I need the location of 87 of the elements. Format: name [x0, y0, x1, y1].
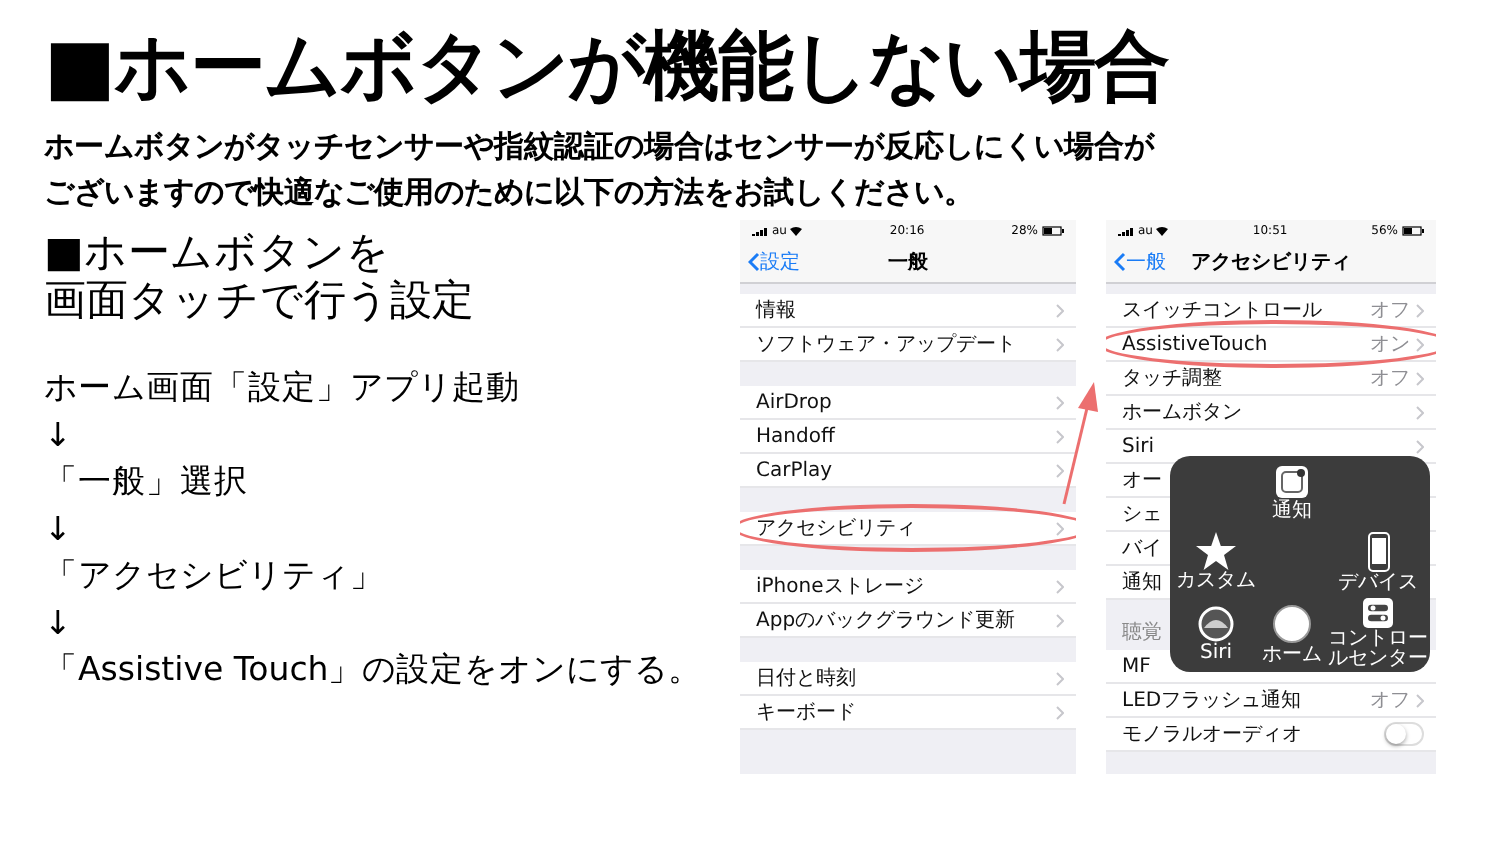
menu-label: 通知 — [1272, 501, 1312, 521]
setting-label: AssistiveTouch — [1122, 333, 1268, 355]
battery-icon — [1402, 226, 1424, 236]
chevron-icon — [1056, 463, 1064, 477]
chevron-icon — [1056, 671, 1064, 685]
step-text: ↓ — [44, 413, 74, 457]
menu-item[interactable]: 通知 — [1256, 458, 1328, 526]
page-title: ■ホームボタンが機能しない場合 — [44, 20, 1171, 112]
chevron-icon — [1416, 337, 1424, 351]
setting-label: 日付と時刻 — [756, 665, 856, 692]
chevron-icon — [1416, 371, 1424, 385]
step-text: ホーム画面「設定」アプリ起動 — [44, 366, 522, 410]
back-link[interactable]: 一般 — [1114, 248, 1166, 276]
back-chevron-icon — [748, 252, 760, 272]
intro-text: ホームボタンがタッチセンサーや指紋認証の場合はセンサーが反応しにくい場合が — [44, 126, 1157, 168]
back-link[interactable]: 設定 — [748, 248, 800, 276]
setting-label: モノラルオーディオ — [1122, 722, 1302, 748]
home-button-icon — [1272, 603, 1312, 643]
notification-icon — [1274, 463, 1310, 499]
chevron-icon — [1416, 405, 1424, 419]
step-text: ↓ — [44, 601, 74, 645]
setting-label: Appのバックグラウンド更新 — [756, 607, 1016, 634]
setting-label: タッチ調整 — [1122, 365, 1222, 392]
setting-label: LEDフラッシュ通知 — [1122, 687, 1302, 714]
chevron-icon — [1056, 337, 1064, 351]
menu-item[interactable]: コントロールセンター — [1328, 598, 1428, 670]
setting-label: 通知 — [1122, 569, 1162, 596]
setting-label: アクセシビリティ — [756, 516, 916, 542]
section-heading: 画面タッチで行う設定 — [44, 276, 476, 324]
menu-label: コントロールセンター — [1328, 630, 1428, 670]
setting-label: Siri — [1122, 435, 1155, 457]
nav-title: 一般 — [888, 250, 928, 276]
step-text: 「アクセシビリティ」 — [44, 554, 386, 598]
setting-value: オフ — [1370, 688, 1410, 714]
step-text: 「Assistive Touch」の設定をオンにする。 — [44, 648, 705, 692]
phone-icon — [1367, 531, 1389, 571]
setting-value: オフ — [1370, 298, 1410, 324]
back-chevron-icon — [1114, 252, 1126, 272]
setting-label: Handoff — [756, 425, 835, 447]
chevron-icon — [1416, 303, 1424, 317]
toggle-switch[interactable] — [1384, 722, 1424, 746]
setting-label: AirDrop — [756, 391, 832, 413]
setting-label: キーボード — [756, 700, 856, 726]
signal-icon — [752, 226, 768, 236]
menu-label: Siri — [1199, 643, 1232, 663]
setting-label: シェ — [1122, 502, 1162, 528]
menu-item[interactable]: カスタム — [1176, 526, 1256, 598]
section-heading: ■ホームボタンを — [44, 228, 390, 276]
chevron-icon — [1056, 579, 1064, 593]
section-header: 聴覚 — [1122, 622, 1162, 644]
setting-value: オフ — [1370, 366, 1410, 392]
wifi-icon — [790, 226, 803, 236]
setting-label: スイッチコントロール — [1122, 298, 1322, 324]
chevron-icon — [1056, 521, 1064, 535]
menu-label: カスタム — [1176, 572, 1256, 592]
chevron-icon — [1416, 693, 1424, 707]
setting-label: MF — [1122, 655, 1151, 677]
toggles-icon — [1360, 598, 1396, 628]
setting-label: バイ — [1122, 536, 1162, 562]
chevron-icon — [1056, 429, 1064, 443]
step-text: 「一般」選択 — [44, 460, 250, 504]
setting-label: 情報 — [756, 297, 796, 324]
menu-item[interactable]: ホーム — [1256, 598, 1328, 670]
signal-icon — [1118, 226, 1134, 236]
setting-label: ソフトウェア・アップデート — [756, 331, 1016, 358]
menu-item[interactable]: Siri — [1176, 598, 1256, 670]
step-text: ↓ — [44, 507, 74, 551]
chevron-icon — [1056, 395, 1064, 409]
setting-label: オー — [1122, 468, 1162, 494]
chevron-icon — [1416, 439, 1424, 453]
arrow — [1060, 380, 1100, 508]
menu-label: ホーム — [1262, 645, 1322, 665]
siri-icon — [1198, 605, 1234, 641]
menu-label: デバイス — [1338, 573, 1418, 593]
menu-item[interactable]: デバイス — [1328, 526, 1428, 598]
setting-label: ホームボタン — [1122, 400, 1242, 426]
setting-label: CarPlay — [756, 459, 833, 481]
setting-value: オン — [1370, 332, 1410, 358]
intro-text: ございますので快適なご使用のために以下の方法をお試しください。 — [44, 172, 976, 214]
chevron-icon — [1056, 613, 1064, 627]
chevron-icon — [1056, 705, 1064, 719]
star-icon — [1196, 532, 1236, 570]
setting-label: iPhoneストレージ — [756, 574, 924, 600]
wifi-icon — [1156, 226, 1169, 236]
nav-title: アクセシビリティ — [1191, 249, 1351, 276]
battery-icon — [1042, 226, 1064, 236]
chevron-icon — [1056, 303, 1064, 317]
